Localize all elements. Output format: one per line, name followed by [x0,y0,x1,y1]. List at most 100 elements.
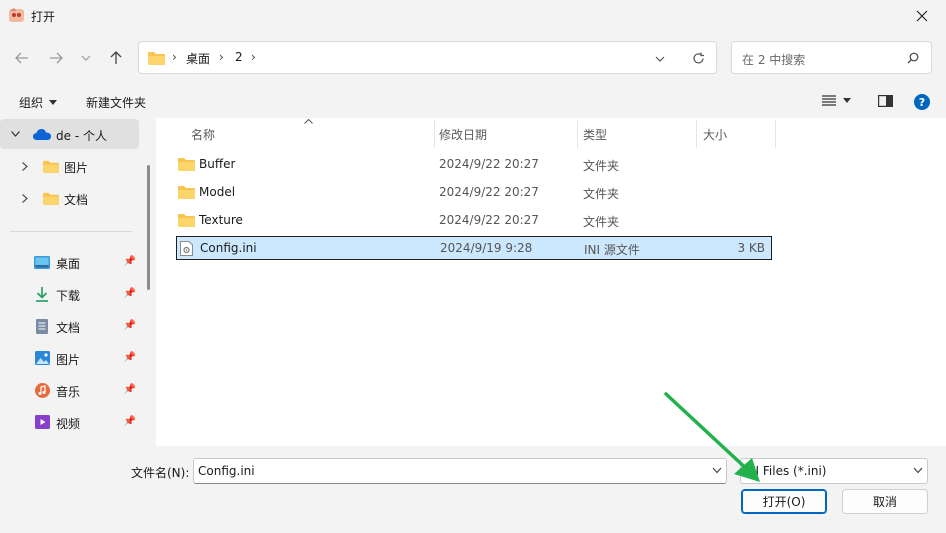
address-bar[interactable]: › 桌面 › 2 › [138,41,717,74]
help-icon: ? [914,94,930,110]
column-divider[interactable] [577,120,578,148]
new-folder-button[interactable]: 新建文件夹 [86,94,146,111]
file-row-buffer[interactable]: Buffer 2024/9/22 20:27 文件夹 [176,153,772,175]
refresh-icon[interactable] [692,52,705,65]
breadcrumb-separator: › [219,50,224,64]
close-button[interactable] [898,0,946,32]
file-type: 文件夹 [583,159,620,173]
pin-icon[interactable]: 📌 [124,384,136,395]
sidebar-item-documents[interactable]: 文档 📌 [0,311,140,341]
file-row-model[interactable]: Model 2024/9/22 20:27 文件夹 [176,181,772,203]
file-date: 2024/9/19 9:28 [440,241,533,255]
download-icon [36,287,48,302]
chevron-down-icon [81,55,91,61]
pictures-icon [35,351,50,365]
sidebar-item-label: 下载 [56,289,81,303]
folder-icon [178,158,195,171]
column-divider[interactable] [434,120,435,148]
sidebar-item-downloads[interactable]: 下载 📌 [0,279,140,309]
cancel-button[interactable]: 取消 [842,489,928,514]
navigation-pane: de - 个人 图片 文档 桌面 📌 下载 📌 文档 📌 图片 📌 音乐 📌 视… [0,118,156,446]
caret-down-icon [843,98,851,103]
folder-icon [178,214,195,227]
sidebar-item-onedrive[interactable]: de - 个人 [0,119,139,149]
search-placeholder: 在 2 中搜索 [742,53,806,67]
file-size: 3 KB [737,241,765,255]
filename-label: 文件名(N): [131,466,190,480]
sidebar-item-label: 桌面 [56,257,81,271]
column-divider[interactable] [775,120,776,148]
pin-icon[interactable]: 📌 [124,416,136,427]
breadcrumb-desktop[interactable]: 桌面 [186,50,210,67]
column-header-type[interactable]: 类型 [583,126,607,143]
pin-icon[interactable]: 📌 [124,352,136,363]
forward-button[interactable] [42,44,70,72]
title-bar: 打开 [0,0,946,32]
filename-input[interactable]: Config.ini [193,458,727,484]
sort-ascending-icon [304,119,313,124]
breadcrumb-separator: › [172,50,177,64]
sidebar-item-label: 文档 [56,321,81,335]
breadcrumb-separator: › [251,50,256,64]
pin-icon[interactable]: 📌 [124,320,136,331]
videos-icon [35,415,50,429]
up-button[interactable] [102,44,130,72]
folder-icon [43,160,59,173]
sidebar-item-label: 文档 [64,193,89,207]
sidebar-item-label: de - 个人 [56,129,107,143]
back-button[interactable] [8,44,36,72]
sidebar-item-videos[interactable]: 视频 📌 [0,407,140,437]
annotation-arrow-icon [664,392,760,482]
window-title: 打开 [31,10,56,24]
arrow-left-icon [15,52,28,64]
file-name: Buffer [199,157,236,171]
sidebar-item-pictures-onedrive[interactable]: 图片 [0,151,140,181]
onedrive-cloud-icon [33,129,51,140]
svg-text:?: ? [919,96,925,109]
sidebar-item-label: 图片 [56,353,81,367]
sidebar-item-desktop[interactable]: 桌面 📌 [0,247,140,277]
view-options-button[interactable] [822,95,851,106]
preview-pane-icon [878,95,894,108]
file-list: 名称 修改日期 类型 大小 Buffer 2024/9/22 20:27 文件夹… [156,118,946,446]
preview-pane-button[interactable] [878,95,894,110]
search-box[interactable]: 在 2 中搜索 [731,41,932,74]
file-row-config-ini[interactable]: Config.ini 2024/9/19 9:28 INI 源文件 3 KB [176,236,772,260]
sidebar-divider [10,231,132,232]
chevron-right-icon [22,162,28,171]
chevron-down-icon [913,467,923,474]
pin-icon[interactable]: 📌 [124,288,136,299]
sidebar-item-documents-onedrive[interactable]: 文档 [0,183,140,213]
search-icon [907,52,919,64]
documents-icon [36,319,48,334]
sidebar-item-pictures[interactable]: 图片 📌 [0,343,140,373]
sidebar-item-label: 音乐 [56,385,81,399]
chevron-down-icon[interactable] [655,54,665,64]
column-header-name[interactable]: 名称 [191,126,215,143]
organize-menu[interactable]: 组织 [19,94,58,111]
file-row-texture[interactable]: Texture 2024/9/22 20:27 文件夹 [176,209,772,231]
file-date: 2024/9/22 20:27 [439,213,539,227]
column-divider[interactable] [696,120,697,148]
column-header-size[interactable]: 大小 [703,126,727,143]
organize-label: 组织 [19,96,44,110]
open-button[interactable]: 打开(O) [741,489,827,514]
column-header-date[interactable]: 修改日期 [439,126,487,143]
ini-file-icon [180,241,193,256]
sidebar-item-music[interactable]: 音乐 📌 [0,375,140,405]
list-view-icon [822,95,836,106]
chevron-down-icon [11,131,20,137]
file-name: Config.ini [200,241,257,255]
pin-icon[interactable]: 📌 [124,256,136,267]
sidebar-item-label: 视频 [56,417,81,431]
folder-icon [148,52,165,65]
breadcrumb-folder-2[interactable]: 2 [235,50,243,64]
file-date: 2024/9/22 20:27 [439,157,539,171]
folder-icon [178,186,195,199]
app-icon [8,7,25,24]
recent-locations-button[interactable] [74,44,98,72]
file-type: 文件夹 [583,187,620,201]
help-button[interactable]: ? [914,94,930,113]
arrow-right-icon [50,52,63,64]
sidebar-scrollbar[interactable] [147,165,150,290]
